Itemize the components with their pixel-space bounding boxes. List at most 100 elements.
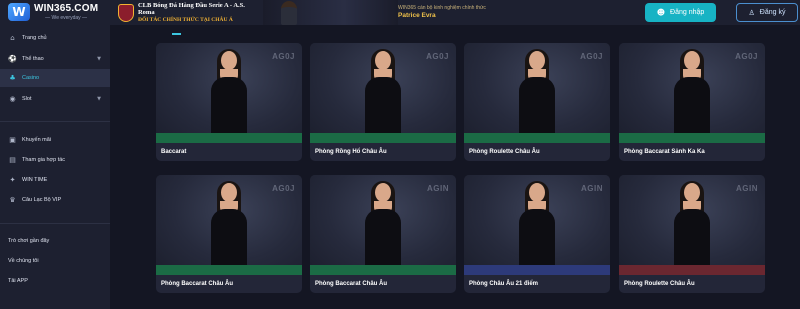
top-header: W WIN365.COM — We everyday — CLB Bóng Đá… [0,0,800,25]
chevron-down-icon: ▼ [97,56,101,62]
roma-crest-icon [118,3,134,22]
clock-icon: ✦ [9,175,16,184]
sidebar: ⌂ Trang chủ ⚽ Thể thao ▼ ♣ Casino ◉ Slot… [0,25,110,309]
logo-tagline: — We everyday — [45,14,88,21]
register-label: Đăng ký [759,9,786,16]
game-thumbnail[interactable]: AG0J [619,43,765,143]
ambassador-banner-image [263,0,398,25]
sidebar-item-label: Thể thao [22,56,44,62]
dealer-figure [517,181,557,275]
game-card[interactable]: AGIN Phòng Baccarat Châu Âu [310,175,456,293]
partner-icon: ▤ [9,155,16,164]
dealer-figure [209,181,249,275]
game-title[interactable]: Phòng Baccarat Châu Âu [310,275,456,293]
sidebar-divider [0,223,110,224]
sidebar-divider [0,121,110,122]
provider-tag: AG0J [580,52,603,61]
sidebar-item-win-time[interactable]: ✦ WIN TIME [0,171,110,189]
game-thumbnail[interactable]: AG0J [464,43,610,143]
roma-title: CLB Bóng Đá Hàng Đầu Serie A - A.S. Roma [137,1,245,17]
game-table [156,133,302,143]
game-table [464,133,610,143]
sports-icon: ⚽ [8,54,17,63]
game-thumbnail[interactable]: AGIN [619,175,765,275]
provider-tag: AG0J [735,52,758,61]
provider-tag: AG0J [426,52,449,61]
login-label: Đăng nhập [670,9,705,16]
sidebar-item-label: WIN TIME [22,177,48,183]
register-user-icon: ♙ [748,8,755,17]
dealer-figure [209,49,249,143]
register-button[interactable]: ♙ Đăng ký [736,3,798,22]
game-table [619,265,765,275]
game-card[interactable]: AG0J Phòng Rồng Hổ Châu Âu [310,43,456,161]
provider-tag: AG0J [272,184,295,193]
game-card[interactable]: AG0J Baccarat [156,43,302,161]
dealer-figure [517,49,557,143]
crown-icon: ♛ [9,195,16,204]
game-title[interactable]: Phòng Roulette Châu Âu [619,275,765,293]
link-download-app[interactable]: Tải APP [8,278,28,284]
sidebar-item-label: Trang chủ [22,35,47,41]
link-recent-games[interactable]: Trò chơi gần đây [8,238,49,244]
game-thumbnail[interactable]: AGIN [310,175,456,275]
ambassador-info: WIN365 cán bộ kinh nghiệm chính thức Pat… [398,0,486,25]
sidebar-item-promotions[interactable]: ▣ Khuyến mãi [0,131,110,149]
game-title[interactable]: Phòng Baccarat Sảnh Ka Ka [619,143,765,161]
login-button[interactable]: ☻ Đăng nhập [645,3,716,22]
game-card[interactable]: AGIN Phòng Châu Âu 21 điểm [464,175,610,293]
roma-partner-banner[interactable]: CLB Bóng Đá Hàng Đầu Serie A - A.S. Roma… [118,0,263,25]
game-title[interactable]: Phòng Châu Âu 21 điểm [464,275,610,293]
game-table [464,265,610,275]
provider-tag: AGIN [427,184,449,193]
game-card[interactable]: AG0J Phòng Baccarat Châu Âu [156,175,302,293]
sidebar-item-slot[interactable]: ◉ Slot ▼ [0,90,110,108]
game-title[interactable]: Phòng Roulette Châu Âu [464,143,610,161]
sidebar-item-partner[interactable]: ▤ Tham gia hợp tác [0,151,110,169]
site-logo[interactable]: W WIN365.COM — We everyday — [8,3,98,21]
chevron-down-icon: ▼ [97,96,101,102]
sidebar-item-label: Slot [22,96,32,102]
game-title[interactable]: Baccarat [156,143,302,161]
ambassador-name: Patrice Evra [398,11,436,19]
casino-game-grid: AG0J Baccarat AG0J Phòng Rồng Hổ Châu Âu AG0… [110,25,800,309]
sidebar-item-vip[interactable]: ♛ Câu Lạc Bộ VIP [0,191,110,209]
sidebar-item-label: Tham gia hợp tác [22,157,66,163]
home-icon: ⌂ [10,33,15,42]
sidebar-item-label: Câu Lạc Bộ VIP [22,197,62,203]
user-icon: ☻ [656,8,666,17]
game-title[interactable]: Phòng Rồng Hổ Châu Âu [310,143,456,161]
game-thumbnail[interactable]: AG0J [310,43,456,143]
link-about-us[interactable]: Về chúng tôi [8,258,39,264]
casino-icon: ♣ [9,73,16,82]
game-card[interactable]: AGIN Phòng Roulette Châu Âu [619,175,765,293]
sidebar-item-label: Khuyến mãi [22,137,52,143]
slot-icon: ◉ [9,94,16,103]
active-tab-indicator [172,33,181,35]
provider-tag: AGIN [736,184,758,193]
logo-mark: W [8,3,30,21]
dealer-figure [672,181,712,275]
provider-tag: AG0J [272,52,295,61]
game-table [156,265,302,275]
ambassador-photo [281,1,297,25]
game-thumbnail[interactable]: AGIN [464,175,610,275]
dealer-figure [363,49,403,143]
provider-tag: AGIN [581,184,603,193]
game-card[interactable]: AG0J Phòng Baccarat Sảnh Ka Ka [619,43,765,161]
gift-icon: ▣ [9,135,16,144]
sidebar-item-casino[interactable]: ♣ Casino [0,69,110,87]
game-thumbnail[interactable]: AG0J [156,43,302,143]
game-title[interactable]: Phòng Baccarat Châu Âu [156,275,302,293]
dealer-figure [363,181,403,275]
sidebar-item-home[interactable]: ⌂ Trang chủ [0,29,110,47]
game-card[interactable]: AG0J Phòng Roulette Châu Âu [464,43,610,161]
game-table [310,265,456,275]
game-table [619,133,765,143]
roma-subtitle: ĐỐI TÁC CHÍNH THỨC TẠI CHÂU Á [137,16,233,23]
dealer-figure [672,49,712,143]
sidebar-item-label: Casino [22,75,40,81]
game-thumbnail[interactable]: AG0J [156,175,302,275]
sidebar-item-sports[interactable]: ⚽ Thể thao ▼ [0,50,110,68]
game-table [310,133,456,143]
